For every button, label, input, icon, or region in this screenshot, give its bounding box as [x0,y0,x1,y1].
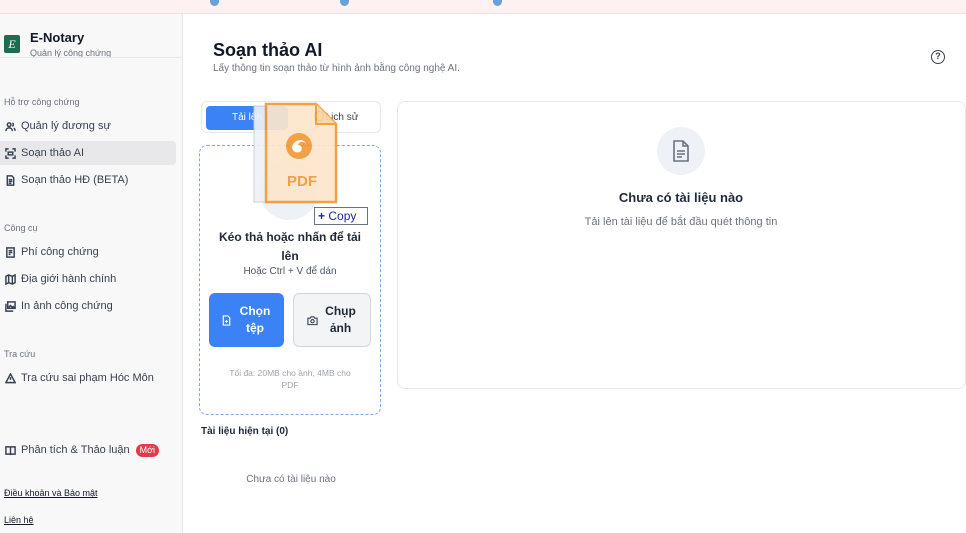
take-photo-label: Chụp ảnh [325,304,356,335]
sidebar-item-violation-lookup[interactable]: Tra cứu sai phạm Hóc Môn [0,366,176,390]
take-photo-button[interactable]: Chụp ảnh [293,293,371,347]
scan-icon [4,147,16,159]
page-subtitle: Lấy thông tin soạn thảo từ hình ảnh bằng… [213,63,460,74]
sidebar-item-contract-drafting[interactable]: Soạn thảo HĐ (BETA) [0,168,176,192]
images-icon [4,300,16,312]
camera-icon [306,315,318,325]
browser-top-strip [0,0,966,14]
dragged-pdf-file: PDF [253,102,338,204]
sidebar-item-label: Tra cứu sai phạm Hóc Môn [21,372,154,384]
section-title-lookup: Tra cứu [4,349,36,359]
section-title-support: Hỗ trợ công chứng [4,97,80,107]
brand-logo: E [4,35,20,53]
plus-icon: + [318,209,326,223]
pdf-type-label: PDF [287,173,317,190]
warning-icon [4,372,16,384]
tab-indicator-icon [210,0,219,6]
choose-file-button[interactable]: Chọn tệp [209,293,284,347]
tab-indicator-icon [340,0,349,6]
drag-copy-tooltip: + Copy [314,207,368,225]
section-title-tools: Công cụ [4,223,38,233]
sidebar-item-ai-drafting[interactable]: Soạn thảo AI [0,141,176,165]
terms-link[interactable]: Điều khoản và Bảo mật [4,488,98,498]
document-icon [4,174,16,186]
sidebar-item-parties[interactable]: Quản lý đương sự [0,114,176,138]
file-icon [222,314,231,326]
sidebar-item-notary-fee[interactable]: Phí công chứng [0,240,176,264]
page-title: Soạn thảo AI [213,40,323,60]
brand[interactable]: E E-Notary Quản lý công chứng [0,14,183,58]
new-badge: Mới [135,443,160,457]
sidebar-item-admin-boundary[interactable]: Địa giới hành chính [0,267,176,291]
sidebar-item-label: Quản lý đương sự [21,120,111,132]
brand-name: E-Notary [30,30,85,45]
dropzone-hint: Hoặc Ctrl + V để dán [243,266,337,277]
book-icon [4,444,16,456]
sidebar-item-label: Soạn thảo AI [21,147,84,159]
size-limit-note: Tối đa: 20MB cho ảnh, 4MB cho PDF [229,368,351,390]
choose-file-label: Chọn tệp [239,304,271,335]
map-icon [4,273,16,285]
copy-label: Copy [328,209,357,223]
preview-empty-subtitle: Tải lên tài liệu để bắt đầu quét thông t… [584,216,778,228]
pdf-logo-icon [286,133,312,159]
sidebar-item-label: Phí công chứng [21,246,99,258]
sidebar-item-label: In ảnh công chứng [21,300,113,312]
sidebar-item-label: Phân tích & Thảo luận [21,444,130,456]
preview-empty-title: Chưa có tài liệu nào [618,190,744,205]
sidebar-item-label: Địa giới hành chính [21,273,117,285]
contact-link[interactable]: Liên hệ [4,515,34,525]
tab-indicator-icon [493,0,502,6]
sidebar-item-print-photo[interactable]: In ảnh công chứng [0,294,176,318]
sidebar-item-discussion[interactable]: Phân tích & Thảo luận Mới [0,438,176,462]
dropzone-title: Kéo thả hoặc nhấn để tải lên [218,230,362,263]
users-icon [4,120,16,132]
current-documents-label: Tài liệu hiện tại (0) [201,426,289,437]
current-documents-empty: Chưa có tài liệu nào [246,474,336,485]
sidebar-divider [0,57,183,58]
document-icon [657,127,705,175]
receipt-icon [4,246,16,258]
sidebar-item-label: Soạn thảo HĐ (BETA) [21,174,129,186]
help-icon[interactable]: ? [931,50,945,64]
